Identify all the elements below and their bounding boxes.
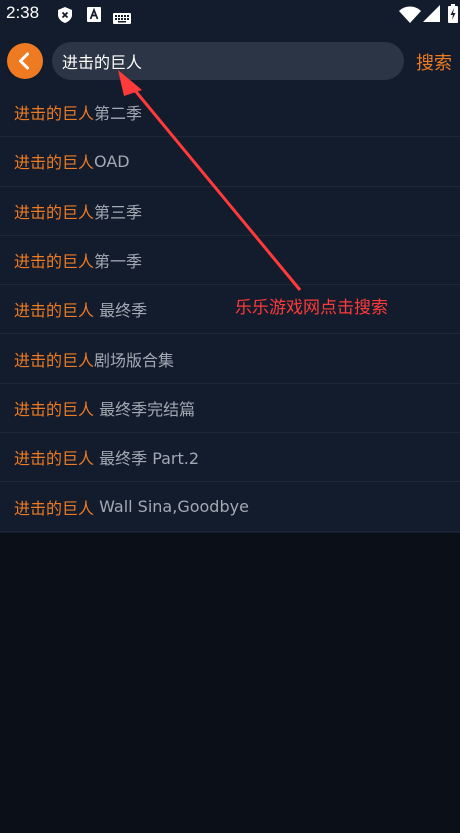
font-a-icon [87,7,101,26]
status-time: 2:38 [6,3,40,22]
suggestion-keyword: 进击的巨人 [14,202,95,222]
suggestion-item[interactable]: 进击的巨人 最终季 Part.2 [0,433,460,483]
battery-charging-icon [448,4,458,27]
suggestion-keyword: 进击的巨人 [14,153,95,173]
chevron-left-icon [19,52,29,70]
suggestion-rest: 剧场版合集 [94,350,175,370]
suggestion-rest: 最终季 [94,301,148,321]
suggestion-keyword: 进击的巨人 [14,104,95,124]
suggestion-rest: Wall Sina,Goodbye [94,497,249,517]
cell-signal-icon [423,5,440,26]
search-button[interactable]: 搜索 [416,49,452,75]
suggestion-item[interactable]: 进击的巨人 第二季 [0,88,460,138]
suggestion-keyword: 进击的巨人 [14,498,95,518]
suggestion-rest: OAD [94,151,130,171]
suggestion-rest: 第一季 [94,252,143,272]
suggestion-keyword: 进击的巨人 [14,301,95,321]
suggestion-list: 进击的巨人 第二季 进击的巨人 OAD 进击的巨人 第三季 进击的巨人 第一季 进击的巨… [0,88,460,532]
suggestion-item[interactable]: 进击的巨人 最终季 [0,285,460,335]
suggestion-item[interactable]: 进击的巨人 Wall Sina,Goodbye [0,482,460,532]
search-panel: 2:38 进击的巨人 搜索 进击的巨人 第二季 进击的巨人 OAD 进击的巨人 … [0,0,460,533]
suggestion-item[interactable]: 进击的巨人 剧场版合集 [0,334,460,384]
back-button[interactable] [7,43,43,79]
suggestion-rest: 第二季 [94,104,143,124]
keyboard-icon [113,9,131,28]
suggestion-item[interactable]: 进击的巨人 第一季 [0,236,460,286]
suggestion-keyword: 进击的巨人 [14,449,95,469]
app-screen: 2:38 进击的巨人 搜索 进击的巨人 第二季 进击的巨人 OAD 进击的巨人 … [0,0,460,833]
suggestion-rest: 第三季 [94,202,143,222]
suggestion-item[interactable]: 进击的巨人 第三季 [0,187,460,236]
suggestion-keyword: 进击的巨人 [14,252,95,272]
status-bar: 2:38 [0,0,460,30]
suggestion-rest: 最终季完结篇 [94,399,196,419]
suggestion-keyword: 进击的巨人 [14,350,95,370]
suggestion-keyword: 进击的巨人 [14,399,95,419]
shield-x-icon [58,7,72,27]
wifi-icon [399,6,421,27]
suggestion-item[interactable]: 进击的巨人 最终季完结篇 [0,384,460,434]
annotation-text: 乐乐游戏网点击搜索 [235,298,388,318]
search-box [52,42,404,80]
suggestion-item[interactable]: 进击的巨人 OAD [0,137,460,187]
suggestion-rest: 最终季 Part.2 [94,449,200,469]
search-input[interactable] [62,46,392,76]
